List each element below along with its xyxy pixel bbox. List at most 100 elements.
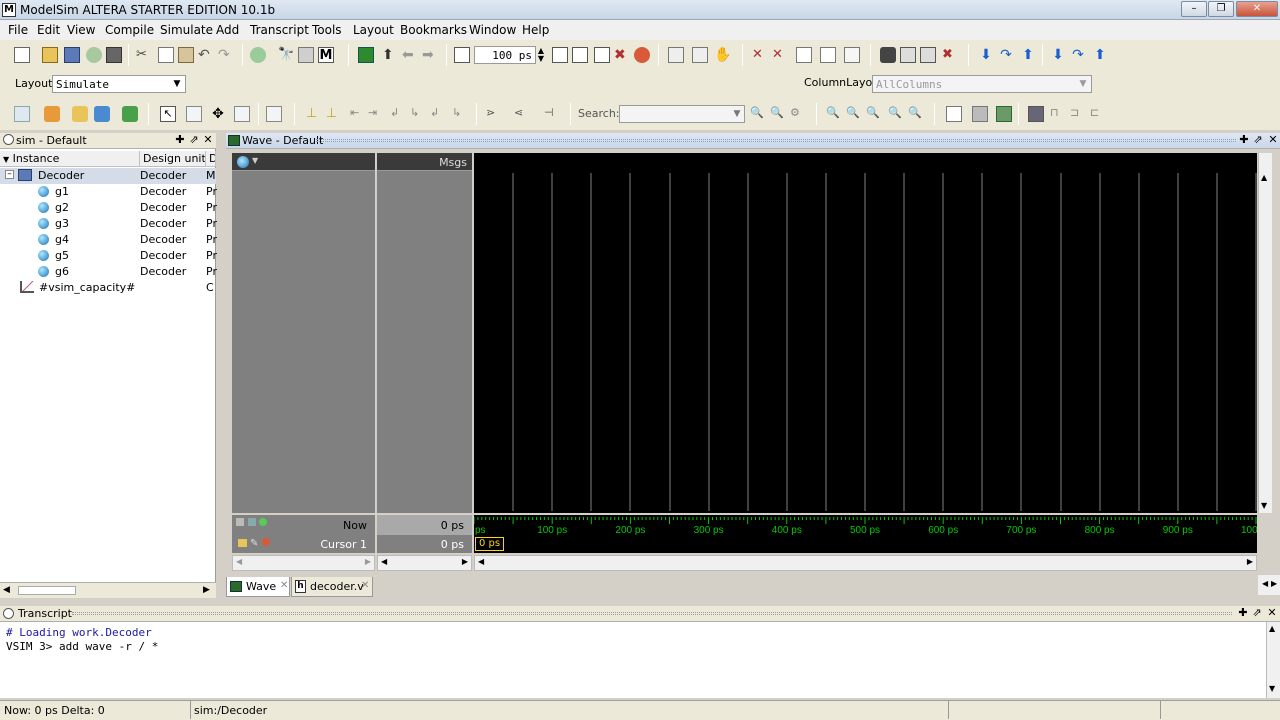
wave-panel-undock-icon[interactable]: ⇗: [1252, 134, 1264, 146]
cursor-icon[interactable]: [266, 106, 282, 122]
run-icon[interactable]: [552, 47, 568, 63]
collapse-icon[interactable]: ⋖: [514, 106, 530, 122]
search-dropdown-icon[interactable]: ▼: [729, 106, 745, 122]
run-length-spinner-icon[interactable]: ▲ ▼: [536, 47, 546, 63]
zoom-out-icon[interactable]: 🔍: [846, 106, 862, 122]
zoom-cursor-icon[interactable]: 🔍: [888, 106, 904, 122]
signal-icon[interactable]: ⊣: [544, 106, 560, 122]
forward-icon[interactable]: ➡: [422, 47, 438, 63]
zoom-range-icon[interactable]: 🔍: [908, 106, 924, 122]
remove-icon[interactable]: ✖: [942, 47, 958, 63]
menu-compile[interactable]: Compile: [105, 23, 154, 37]
expand-icon[interactable]: ⋗: [486, 106, 502, 122]
wave-hscrollbar[interactable]: ◀ ▶: [474, 555, 1257, 571]
edge-select-icon[interactable]: ⊓: [1050, 106, 1066, 122]
lock-cursor-icon[interactable]: [238, 539, 247, 547]
minimize-button[interactable]: –: [1181, 1, 1207, 17]
scroll-right-icon[interactable]: ▶: [365, 557, 371, 566]
prev-edge-icon[interactable]: ⇤: [350, 106, 366, 122]
tree-row[interactable]: g5 Decoder Pr: [0, 248, 217, 264]
layout-select[interactable]: Simulate: [52, 75, 186, 93]
scroll-up-icon[interactable]: ▲: [1261, 173, 1267, 182]
tree-row[interactable]: g4 Decoder Pr: [0, 232, 217, 248]
prev-rising-icon[interactable]: ↲: [430, 106, 446, 122]
menu-simulate[interactable]: Simulate: [160, 23, 213, 37]
next-falling-icon[interactable]: ↳: [410, 106, 426, 122]
transcript-grip[interactable]: [72, 612, 1232, 615]
find-icon[interactable]: 🔭: [278, 47, 294, 63]
values-hscrollbar[interactable]: ◀ ▶: [377, 555, 472, 571]
zoom-in-icon[interactable]: 🔍: [826, 106, 842, 122]
cut-icon[interactable]: ✂: [136, 47, 152, 63]
maximize-button[interactable]: ❐: [1208, 1, 1234, 17]
step-back-over-icon[interactable]: ↷: [1070, 47, 1086, 63]
menu-layout[interactable]: Layout: [353, 23, 394, 37]
scroll-down-icon[interactable]: ▼: [1261, 501, 1267, 510]
search-next-icon[interactable]: 🔍: [770, 106, 786, 122]
break-icon[interactable]: ✖: [614, 47, 630, 63]
menu-window[interactable]: Window: [469, 23, 516, 37]
prev-falling-icon[interactable]: ↲: [390, 106, 406, 122]
menu-help[interactable]: Help: [522, 23, 549, 37]
new-file-icon[interactable]: [14, 47, 30, 63]
tab-decoder-v[interactable]: h decoder.v ✕: [291, 577, 373, 597]
paste-icon[interactable]: [178, 47, 194, 63]
timeline[interactable]: ps 100 ps 200 ps 300 ps 400 ps 500 ps 600 ps 70…: [473, 515, 1258, 536]
now-icon-1[interactable]: [236, 518, 244, 526]
wave-canvas[interactable]: [474, 153, 1257, 513]
print-icon[interactable]: [106, 47, 122, 63]
wave-add-icon[interactable]: [122, 106, 138, 122]
scroll-right-icon[interactable]: ▶: [462, 557, 468, 566]
back-icon[interactable]: ⬅: [402, 47, 418, 63]
tree-row[interactable]: g2 Decoder Pr: [0, 200, 217, 216]
step-over-icon[interactable]: [692, 47, 708, 63]
tab-close-icon[interactable]: ✕: [361, 580, 369, 591]
wave-bookmark-icon[interactable]: [996, 106, 1012, 122]
close-button[interactable]: ✕: [1236, 1, 1278, 17]
search-prev-icon[interactable]: 🔍: [750, 106, 766, 122]
wave-panel-close-icon[interactable]: ✕: [1267, 134, 1279, 146]
sim-panel-dock-icon[interactable]: ✚: [174, 134, 186, 146]
page-icon[interactable]: [796, 47, 812, 63]
sim-panel-undock-icon[interactable]: ⇗: [188, 134, 200, 146]
step-over-arrow-icon[interactable]: ↷: [998, 47, 1014, 63]
wave-lock-icon[interactable]: [1028, 106, 1044, 122]
cursor-marker[interactable]: 0 ps: [475, 537, 505, 551]
scroll-right-icon[interactable]: ▶: [1271, 579, 1277, 588]
edit-cursor-icon[interactable]: ✎: [250, 538, 258, 549]
column-layout-select[interactable]: AllColumns: [872, 75, 1092, 93]
transcript-body[interactable]: # Loading work.Decoder VSIM 3> add wave …: [0, 622, 1266, 698]
wave-tools-icon[interactable]: [237, 156, 249, 168]
scroll-left-icon[interactable]: ◀: [381, 557, 387, 566]
delete-cursor-icon[interactable]: ⊥: [326, 106, 342, 122]
wave-compare-icon[interactable]: [972, 106, 988, 122]
hand-icon[interactable]: ✋: [714, 47, 731, 63]
menu-view[interactable]: View: [67, 23, 95, 37]
find-replace-icon[interactable]: [298, 47, 314, 63]
menu-file[interactable]: File: [8, 23, 28, 37]
step-back-out-icon[interactable]: ⬆: [1092, 47, 1108, 63]
cursor-track[interactable]: 0 ps: [474, 535, 1257, 553]
open-folder-icon[interactable]: [42, 47, 58, 63]
tree-row[interactable]: g1 Decoder Pr: [0, 184, 217, 200]
tab-wave[interactable]: Wave ✕: [226, 577, 290, 597]
delete-breakpoints-icon[interactable]: ✕: [752, 47, 768, 63]
scroll-right-icon[interactable]: ▶: [203, 585, 210, 595]
sim-panel-close-icon[interactable]: ✕: [202, 134, 214, 146]
scroll-right-icon[interactable]: ▶: [1247, 557, 1253, 566]
wave-signal-names[interactable]: [232, 171, 375, 513]
select-mode-icon[interactable]: ↖: [160, 106, 176, 122]
scroll-down-icon[interactable]: ▼: [1269, 684, 1275, 693]
scroll-up-icon[interactable]: ▲: [1269, 624, 1275, 633]
wave-panel-dock-icon[interactable]: ✚: [1238, 134, 1250, 146]
scroll-left-icon[interactable]: ◀: [236, 557, 242, 566]
scroll-left-icon[interactable]: ◀: [3, 585, 10, 595]
edge-rise-icon[interactable]: ⊐: [1070, 106, 1086, 122]
pan-mode-icon[interactable]: ✥: [210, 106, 226, 122]
layer-icon[interactable]: [880, 47, 896, 63]
next-edge-icon[interactable]: ⇥: [368, 106, 384, 122]
step-into-icon[interactable]: ⬇: [978, 47, 994, 63]
wave-tools-dropdown-icon[interactable]: ▼: [252, 156, 258, 165]
edit-mode-icon[interactable]: [234, 106, 250, 122]
step-icon[interactable]: [668, 47, 684, 63]
